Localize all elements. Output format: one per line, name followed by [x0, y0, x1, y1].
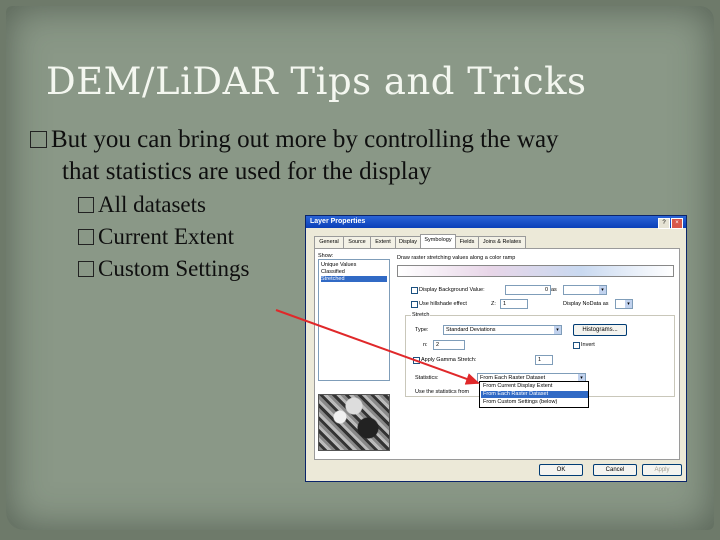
- chevron-down-icon: ▾: [599, 286, 606, 294]
- main-bullet-text1: But you can bring out more by controllin…: [51, 126, 559, 153]
- tab-extent[interactable]: Extent: [370, 236, 396, 248]
- chevron-down-icon: ▾: [625, 300, 632, 308]
- chevron-down-icon: ▾: [554, 326, 561, 334]
- hillshade-checkbox[interactable]: [411, 301, 418, 308]
- stretch-type-select[interactable]: Standard Deviations ▾: [443, 325, 562, 335]
- hillshade-z-label: Z:: [491, 301, 496, 307]
- show-list[interactable]: Unique Values Classified Stretched: [318, 259, 390, 381]
- main-bullet-line1: But you can bring out more by controllin…: [30, 126, 559, 154]
- display-background-input[interactable]: 0: [505, 285, 551, 295]
- use-statistics-label: Use the statistics from: [415, 389, 470, 395]
- histograms-button[interactable]: Histograms...: [573, 324, 627, 336]
- apply-gamma-label: Apply Gamma Stretch:: [421, 357, 477, 363]
- n-input[interactable]: 2: [433, 340, 465, 350]
- show-item-stretched[interactable]: Stretched: [321, 276, 387, 282]
- statistics-label: Statistics:: [415, 375, 439, 381]
- option-current-display-extent[interactable]: From Current Display Extent: [481, 383, 588, 390]
- tab-general[interactable]: General: [314, 236, 344, 248]
- bullet-glyph-icon: [30, 131, 47, 148]
- bullet-glyph-icon: [78, 197, 94, 213]
- dialog-titlebar: Layer Properties ? ×: [306, 216, 686, 229]
- raster-preview-image: [318, 394, 390, 451]
- gamma-input[interactable]: 1: [535, 355, 553, 365]
- apply-gamma-checkbox[interactable]: [413, 357, 420, 364]
- layer-properties-dialog: Layer Properties ? × General Source Exte…: [305, 215, 687, 482]
- cancel-button[interactable]: Cancel: [593, 464, 637, 476]
- ok-button[interactable]: OK: [539, 464, 583, 476]
- color-ramp[interactable]: [397, 265, 674, 277]
- option-each-raster-dataset[interactable]: From Each Raster Dataset: [481, 391, 588, 398]
- as-label: as: [551, 287, 557, 293]
- hillshade-label: Use hillshade effect: [419, 301, 467, 307]
- draw-description: Draw raster stretching values along a co…: [397, 255, 516, 261]
- sub-bullet-current-extent: Current Extent: [78, 224, 234, 250]
- invert-label: Invert: [581, 342, 595, 348]
- type-label: Type:: [415, 327, 429, 333]
- tab-display[interactable]: Display: [395, 236, 421, 248]
- background-color-select[interactable]: ▾: [563, 285, 607, 295]
- tab-source[interactable]: Source: [343, 236, 371, 248]
- tab-symbology[interactable]: Symbology: [420, 234, 456, 248]
- symbology-page: Show: Unique Values Classified Stretched…: [314, 248, 680, 460]
- nodata-color-select[interactable]: ▾: [615, 299, 633, 309]
- show-item-unique-values[interactable]: Unique Values: [321, 262, 387, 268]
- bullet-glyph-icon: [78, 261, 94, 277]
- invert-checkbox[interactable]: [573, 342, 580, 349]
- show-item-classified[interactable]: Classified: [321, 269, 387, 275]
- nodata-label: Display NoData as: [563, 301, 609, 307]
- option-custom-settings[interactable]: From Custom Settings (below): [481, 399, 588, 406]
- stretch-group-label: Stretch: [411, 312, 431, 318]
- display-background-label: Display Background Value:: [419, 287, 485, 293]
- slide-title: DEM/LiDAR Tips and Tricks: [46, 60, 587, 103]
- apply-button[interactable]: Apply: [642, 464, 682, 476]
- help-button[interactable]: ?: [658, 218, 670, 229]
- bullet-glyph-icon: [78, 229, 94, 245]
- hillshade-z-input[interactable]: 1: [500, 299, 528, 309]
- display-background-checkbox[interactable]: [411, 287, 418, 294]
- close-button[interactable]: ×: [671, 218, 683, 229]
- n-label: n:: [423, 342, 428, 348]
- dialog-title: Layer Properties: [310, 218, 366, 225]
- sub-bullet-all-datasets: All datasets: [78, 192, 206, 218]
- sub-bullet-custom-settings: Custom Settings: [78, 256, 249, 282]
- statistics-dropdown-list[interactable]: From Current Display Extent From Each Ra…: [479, 381, 589, 408]
- tab-fields[interactable]: Fields: [455, 236, 479, 248]
- tab-joins-relates[interactable]: Joins & Relates: [478, 236, 526, 248]
- main-bullet-line2: that statistics are used for the display: [62, 158, 432, 185]
- slide: DEM/LiDAR Tips and Tricks But you can br…: [0, 0, 720, 540]
